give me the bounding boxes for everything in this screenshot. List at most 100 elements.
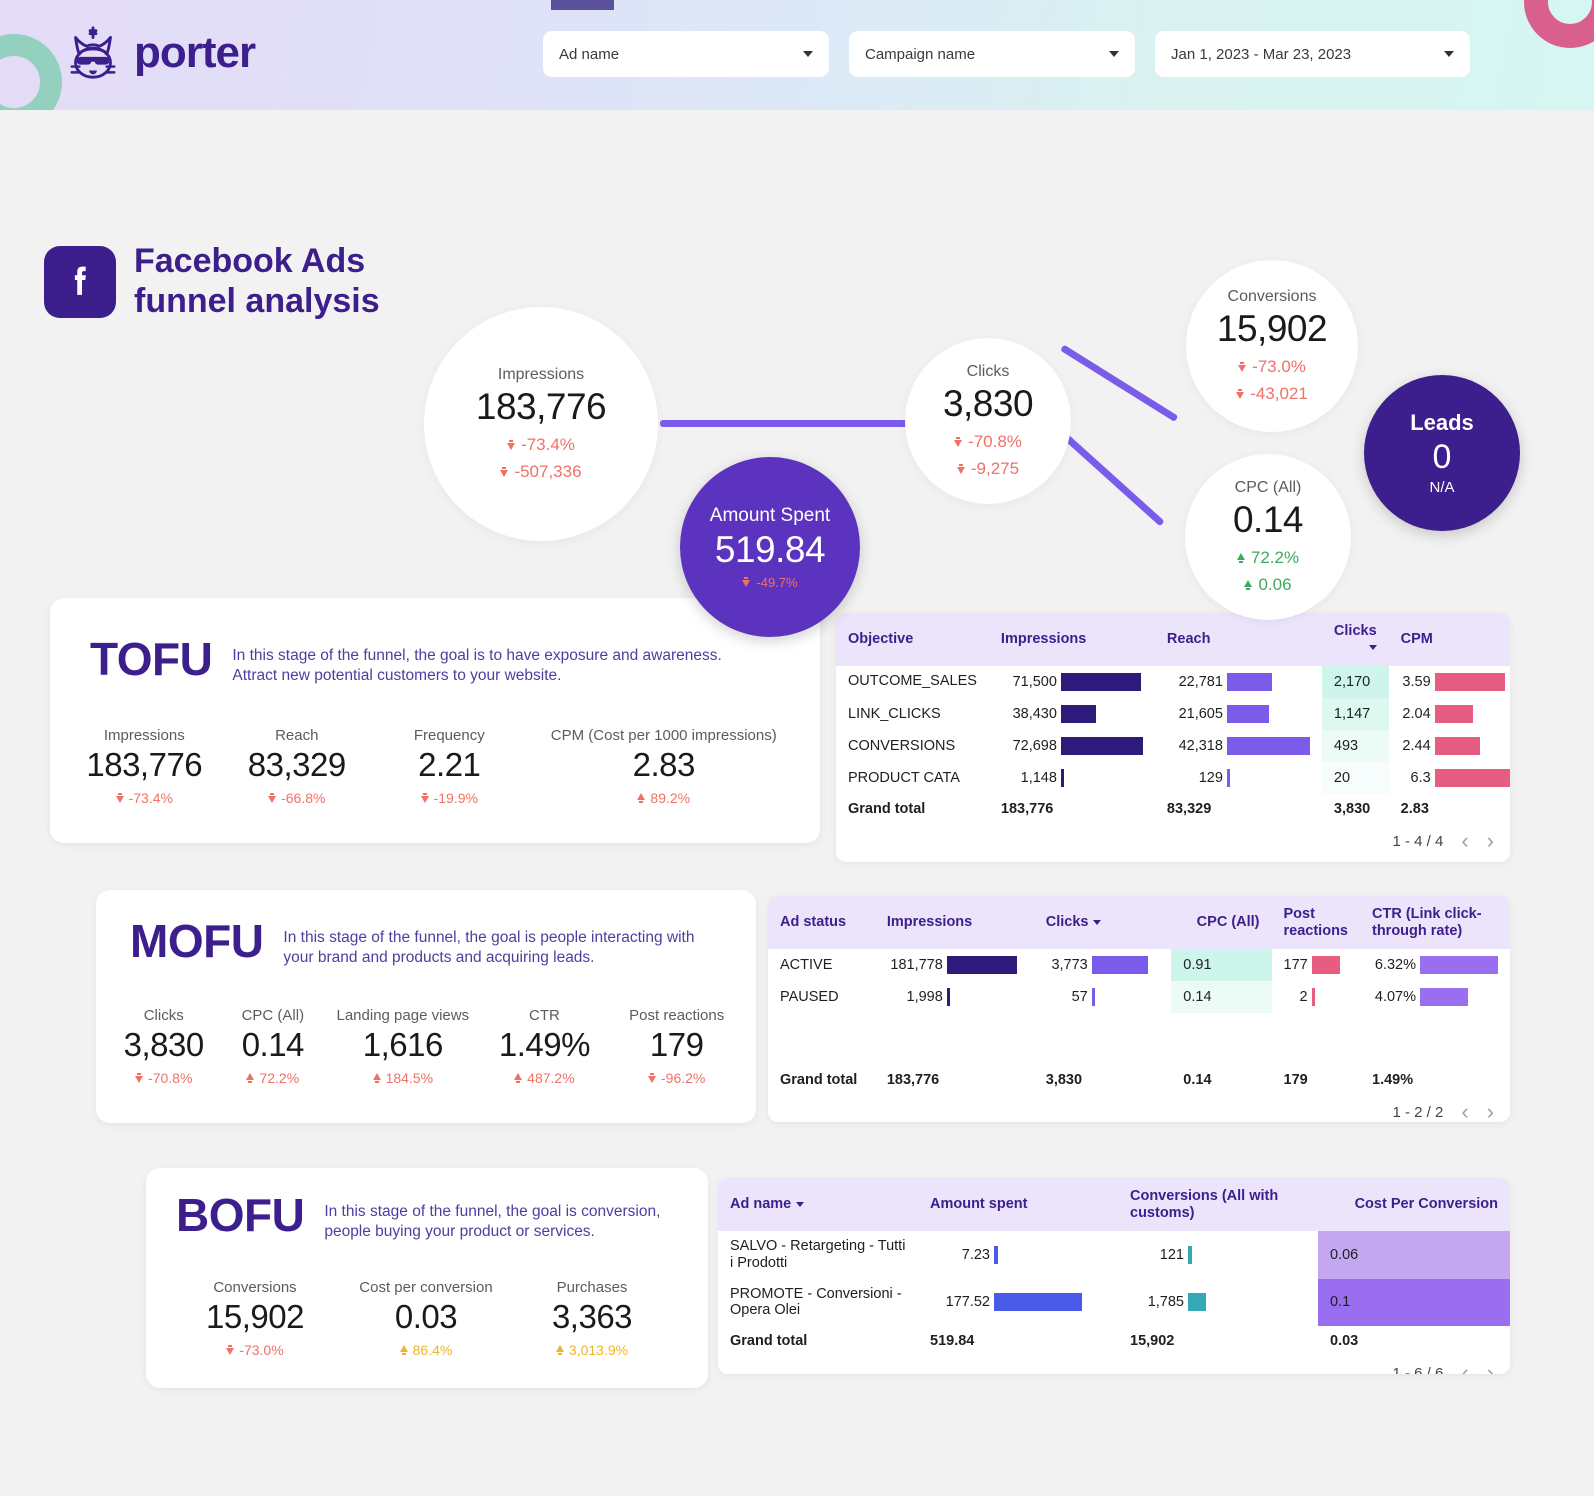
funnel-node-amount-spent[interactable]: Amount Spent 519.84 -49.7% — [680, 457, 860, 637]
table-row[interactable]: PRODUCT CATA 1,148 129 20 6.3 — [836, 762, 1510, 795]
funnel-node-leads[interactable]: Leads 0 N/A — [1364, 375, 1520, 531]
col-ctr[interactable]: CTR (Link click-through rate) — [1360, 896, 1510, 950]
col-post-reactions[interactable]: Post reactions — [1271, 896, 1360, 950]
mofu-kpi-clicks: Clicks 3,830 -70.8% — [108, 1007, 219, 1086]
bofu-pagination: 1 - 6 / 6 ‹ › — [718, 1356, 1510, 1374]
col-cpm[interactable]: CPM — [1388, 613, 1510, 667]
bofu-kpi-purchases: Purchases 3,363 3,013.9% — [512, 1279, 672, 1358]
arrow-up-icon — [1244, 580, 1253, 590]
kpi-delta: 184.5% — [326, 1070, 479, 1086]
funnel-title-block: Facebook Ads funnel analysis — [44, 242, 380, 322]
table-row[interactable]: ACTIVE 181,778 3,773 0.91 177 6.32% — [768, 949, 1510, 982]
mofu-pagination: 1 - 2 / 2 ‹ › — [768, 1095, 1510, 1122]
cell-post-reactions: 2 — [1272, 981, 1360, 1013]
sort-caret-icon — [796, 1202, 805, 1207]
cell-total-conversions: 15,902 — [1130, 1333, 1175, 1350]
kpi-label: Impressions — [103, 726, 185, 744]
tofu-table-card: Objective Impressions Reach Clicks CPM O… — [836, 613, 1510, 863]
next-page-icon[interactable]: › — [1487, 830, 1494, 852]
node-delta-abs: -507,336 — [500, 462, 582, 482]
col-amount-spent[interactable]: Amount spent — [918, 1178, 1118, 1232]
node-label: CPC (All) — [1234, 479, 1302, 496]
kpi-delta: -66.8% — [221, 790, 374, 806]
arrow-down-icon — [420, 792, 429, 803]
cell-total-label: Grand total — [730, 1333, 808, 1350]
kpi-value: 1,616 — [362, 1025, 444, 1063]
cell-cpm: 6.3 — [1389, 762, 1510, 794]
cell-ad-status: PAUSED — [780, 989, 839, 1006]
col-impressions[interactable]: Impressions — [988, 613, 1155, 667]
funnel-node-impressions[interactable]: Impressions 183,776 -73.4% -507,336 — [424, 307, 658, 541]
pagination-range: 1 - 6 / 6 — [1392, 1364, 1444, 1374]
next-page-icon[interactable]: › — [1487, 1101, 1494, 1122]
cell-clicks: 57 — [1034, 981, 1172, 1013]
col-impressions[interactable]: Impressions — [874, 896, 1034, 950]
arrow-down-icon — [268, 792, 277, 803]
prev-page-icon[interactable]: ‹ — [1461, 1362, 1468, 1374]
porter-logo[interactable]: porter — [62, 22, 256, 84]
table-total-row: Grand total 183,776 83,329 3,830 2.83 — [836, 794, 1510, 824]
cell-impressions: 72,698 — [989, 730, 1155, 762]
kpi-value: 2.21 — [418, 745, 481, 783]
table-row[interactable]: LINK_CLICKS 38,430 21,605 1,147 2.04 — [836, 698, 1510, 731]
mofu-table-card: Ad status Impressions Clicks CPC (All) P… — [768, 896, 1510, 1122]
funnel-node-cpc[interactable]: CPC (All) 0.14 72.2% 0.06 — [1185, 454, 1351, 620]
kpi-value: 1.49% — [498, 1025, 591, 1063]
arrow-up-icon — [555, 1344, 564, 1355]
filter-campaign-name[interactable]: Campaign name — [849, 31, 1135, 77]
node-value: 15,902 — [1216, 308, 1328, 349]
cell-total-cpc: 0.14 — [1183, 1072, 1212, 1089]
filter-ad-name[interactable]: Ad name — [543, 31, 829, 77]
node-delta-pct: 72.2% — [1236, 548, 1299, 568]
col-objective[interactable]: Objective — [836, 613, 989, 667]
cell-ctr: 6.32% — [1360, 949, 1510, 981]
kpi-value: 83,329 — [247, 745, 346, 783]
node-delta-abs: 0.06 — [1244, 575, 1292, 595]
table-row[interactable]: PAUSED 1,998 57 0.14 2 4.07% — [768, 981, 1510, 1014]
prev-page-icon[interactable]: ‹ — [1461, 830, 1468, 852]
prev-page-icon[interactable]: ‹ — [1461, 1101, 1468, 1122]
mofu-kpi-ctr: CTR 1.49% 487.2% — [479, 1007, 609, 1086]
col-clicks[interactable]: Clicks — [1321, 613, 1389, 667]
arrow-up-icon — [372, 1072, 381, 1083]
cell-clicks: 1,147 — [1321, 698, 1389, 731]
cell-objective: OUTCOME_SALES — [848, 673, 977, 690]
next-page-icon[interactable]: › — [1487, 1362, 1494, 1374]
kpi-label: Purchases — [556, 1278, 628, 1296]
cell-total-clicks: 3,830 — [1045, 1072, 1083, 1089]
arrow-down-icon — [956, 464, 965, 474]
table-row[interactable]: PROMOTE - Conversioni - Opera Olei 177.5… — [718, 1278, 1510, 1327]
funnel-node-conversions[interactable]: Conversions 15,902 -73.0% -43,021 — [1186, 260, 1358, 432]
node-delta-pct: -73.4% — [507, 435, 575, 455]
funnel-title-line2: funnel analysis — [134, 281, 380, 320]
col-conversions[interactable]: Conversions (All with customs) — [1118, 1178, 1318, 1232]
kpi-value: 3,830 — [123, 1025, 205, 1063]
col-cost-per-conversion[interactable]: Cost Per Conversion — [1318, 1178, 1510, 1232]
cell-total-label: Grand total — [780, 1072, 858, 1089]
funnel-node-clicks[interactable]: Clicks 3,830 -70.8% -9,275 — [905, 338, 1071, 504]
cell-post-reactions: 177 — [1272, 949, 1360, 981]
cell-impressions: 38,430 — [989, 698, 1155, 730]
cell-total-clicks: 3,830 — [1333, 801, 1371, 818]
cell-total-cost-per-conversion: 0.03 — [1330, 1333, 1359, 1350]
cell-impressions: 1,998 — [875, 981, 1034, 1013]
cell-cpm: 2.44 — [1389, 730, 1510, 762]
funnel-title: Facebook Ads funnel analysis — [134, 242, 380, 322]
col-ad-name[interactable]: Ad name — [718, 1178, 918, 1232]
chevron-down-icon — [1109, 51, 1119, 57]
cell-cost-per-conversion: 0.06 — [1318, 1231, 1510, 1279]
cell-clicks: 493 — [1321, 730, 1389, 763]
col-clicks[interactable]: Clicks — [1033, 896, 1172, 950]
col-cpc[interactable]: CPC (All) — [1171, 896, 1272, 950]
tofu-stage-name: TOFU — [90, 633, 213, 685]
node-delta-abs: -9,275 — [956, 459, 1019, 479]
filter-bar: Ad name Campaign name Jan 1, 2023 - Mar … — [543, 31, 1470, 77]
table-row[interactable]: OUTCOME_SALES 71,500 22,781 2,170 3.59 — [836, 666, 1510, 699]
cell-cpc: 0.91 — [1171, 949, 1272, 982]
table-row[interactable]: CONVERSIONS 72,698 42,318 493 2.44 — [836, 730, 1510, 763]
node-value: 0.14 — [1232, 499, 1304, 540]
table-row[interactable]: SALVO - Retargeting - Tutti i Prodotti 7… — [718, 1231, 1510, 1279]
filter-date-range[interactable]: Jan 1, 2023 - Mar 23, 2023 — [1155, 31, 1470, 77]
col-reach[interactable]: Reach — [1154, 613, 1322, 667]
col-ad-status[interactable]: Ad status — [768, 896, 875, 950]
